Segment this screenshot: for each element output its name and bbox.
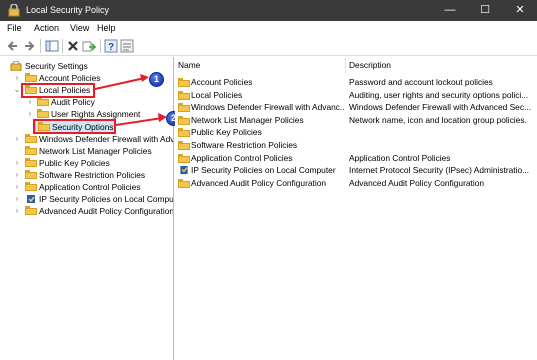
export-list-icon[interactable] — [82, 39, 96, 53]
tree-item-label: Advanced Audit Policy Configuration — [39, 206, 174, 216]
list-row[interactable]: Public Key Policies — [175, 126, 537, 139]
folder-icon — [25, 158, 37, 167]
annotation-arrows — [94, 74, 167, 126]
folder-icon — [178, 178, 190, 188]
forward-arrow-icon[interactable] — [22, 39, 36, 53]
tree-item-label: IP Security Policies on Local Compute — [39, 194, 174, 204]
row-description: Advanced Audit Policy Configuration — [349, 177, 485, 188]
arrow-1-head — [140, 74, 149, 82]
security-settings-icon — [10, 61, 22, 71]
tree-item-public-key-policies[interactable]: › Public Key Policies — [0, 157, 173, 169]
tree-item-advanced-audit[interactable]: › Advanced Audit Policy Configuration — [0, 205, 174, 217]
row-name: Application Control Policies — [191, 152, 293, 163]
list-pane: Name Description Account Policies Passwo… — [175, 57, 537, 360]
row-description: Password and account lockout policies — [349, 77, 493, 87]
menu-action[interactable]: Action — [34, 23, 59, 33]
folder-icon — [25, 206, 37, 215]
folder-lock-icon — [25, 73, 37, 82]
back-arrow-icon[interactable] — [6, 39, 20, 53]
row-description: Internet Protocol Security (IPsec) Admin… — [349, 165, 530, 176]
folder-icon — [178, 128, 190, 138]
security-policy-icon — [8, 4, 20, 17]
tree-item-label: Public Key Policies — [39, 158, 110, 168]
tree-item-label: Software Restriction Policies — [39, 170, 146, 180]
list-row[interactable]: IP Security Policies on Local Computer I… — [175, 164, 537, 177]
tree-item-ip-security[interactable]: › IP Security Policies on Local Compute — [0, 193, 174, 205]
menu-bar: File Action View Help — [0, 21, 537, 36]
row-description: Auditing, user rights and security optio… — [349, 89, 529, 100]
column-header-description[interactable]: Description — [346, 57, 537, 74]
toolbar-separator — [40, 39, 41, 53]
expand-chevron-icon[interactable]: › — [13, 169, 21, 181]
tree-item-network-list-manager[interactable]: Network List Manager Policies — [0, 145, 173, 157]
tree-item-label: Network List Manager Policies — [39, 146, 152, 156]
highlight-box-local-policies — [21, 83, 95, 98]
column-header-name[interactable]: Name — [175, 57, 346, 74]
folder-lock-icon — [178, 78, 190, 87]
annotation-badge-1: 1 — [149, 72, 164, 87]
expand-chevron-icon[interactable]: › — [13, 72, 21, 84]
expand-chevron-icon[interactable]: › — [13, 157, 21, 169]
row-name: IP Security Policies on Local Computer — [191, 165, 336, 176]
arrow-1-line — [94, 77, 146, 90]
row-description: Network name, icon and location group po… — [349, 114, 527, 125]
toolbar-separator — [62, 39, 63, 53]
expand-chevron-icon[interactable]: › — [13, 181, 21, 193]
row-name: Software Restriction Policies — [191, 140, 298, 150]
row-name: Windows Defender Firewall with Advanc... — [191, 102, 345, 113]
folder-icon — [178, 115, 190, 125]
row-name: Local Policies — [191, 89, 243, 100]
show-hide-tree-icon[interactable] — [45, 39, 59, 53]
svg-text:?: ? — [108, 42, 114, 53]
arrow-2-line — [115, 117, 163, 126]
menu-file[interactable]: File — [7, 23, 22, 33]
expand-chevron-icon[interactable]: › — [13, 133, 21, 145]
folder-icon — [25, 134, 37, 143]
menu-view[interactable]: View — [70, 23, 89, 33]
list-row[interactable]: Network List Manager Policies Network na… — [175, 114, 537, 127]
folder-lock-icon — [178, 90, 190, 100]
row-name: Account Policies — [191, 77, 253, 87]
help-icon[interactable]: ? — [104, 39, 118, 53]
list-row[interactable]: Account Policies Password and account lo… — [175, 76, 537, 89]
list-row[interactable]: Local Policies Auditing, user rights and… — [175, 89, 537, 102]
tree-item-application-control[interactable]: › Application Control Policies — [0, 181, 173, 193]
close-button[interactable]: ✕ — [503, 0, 537, 21]
folder-icon — [178, 141, 190, 150]
folder-icon — [25, 182, 37, 191]
ipsec-shield-icon — [180, 166, 188, 175]
folder-icon — [37, 109, 49, 118]
row-name: Public Key Policies — [191, 127, 262, 138]
list-row[interactable]: Advanced Audit Policy Configuration Adva… — [175, 177, 537, 190]
minimize-button[interactable]: — — [433, 0, 467, 21]
properties-icon[interactable] — [120, 39, 134, 53]
ipsec-shield-icon — [27, 195, 35, 203]
tree-item-software-restriction[interactable]: › Software Restriction Policies — [0, 169, 173, 181]
collapse-chevron-icon[interactable]: ⌄ — [13, 84, 21, 96]
list-row[interactable]: Application Control Policies Application… — [175, 152, 537, 165]
toolbar: ? — [0, 36, 537, 56]
row-name: Advanced Audit Policy Configuration — [191, 177, 327, 188]
expand-chevron-icon[interactable]: › — [13, 193, 21, 205]
list-row[interactable]: Software Restriction Policies — [175, 139, 537, 152]
delete-icon[interactable] — [66, 39, 80, 53]
folder-icon — [178, 103, 190, 113]
tree-root-label: Security Settings — [25, 61, 88, 71]
title-bar: Local Security Policy — ☐ ✕ — [0, 0, 537, 21]
expand-chevron-icon[interactable]: › — [13, 205, 21, 217]
menu-help[interactable]: Help — [97, 23, 116, 33]
tree-item-label: Application Control Policies — [39, 182, 141, 192]
toolbar-separator — [100, 39, 101, 53]
folder-icon — [37, 97, 49, 106]
folder-icon — [25, 146, 37, 155]
folder-icon — [178, 153, 190, 163]
folder-icon — [25, 170, 37, 179]
row-description: Application Control Policies — [349, 152, 451, 163]
list-row[interactable]: Windows Defender Firewall with Advanc...… — [175, 101, 537, 114]
window-title: Local Security Policy — [26, 5, 110, 15]
row-name: Network List Manager Policies — [191, 114, 304, 125]
maximize-button[interactable]: ☐ — [468, 0, 502, 21]
row-description: Windows Defender Firewall with Advanced … — [349, 102, 532, 113]
